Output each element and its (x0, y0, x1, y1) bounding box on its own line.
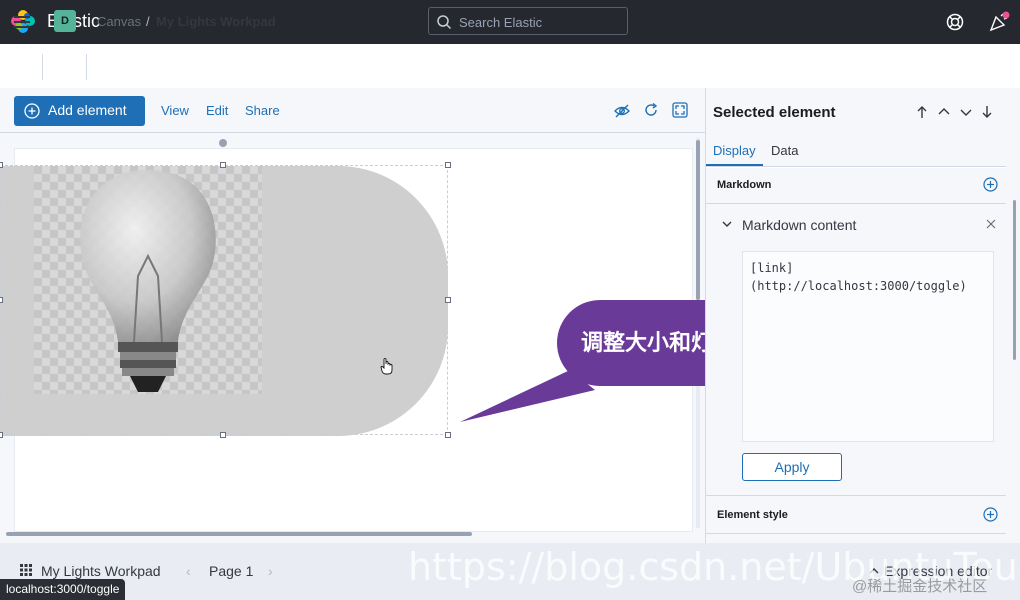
space-avatar[interactable]: D (54, 10, 76, 32)
chevron-down-icon[interactable] (721, 218, 733, 230)
link-status-url: localhost:3000/toggle (0, 579, 126, 600)
search-icon (437, 15, 452, 30)
divider (706, 167, 1006, 168)
element-style-title: Element style (717, 509, 788, 521)
next-page-icon[interactable]: › (268, 563, 273, 579)
bring-to-front-icon[interactable] (914, 104, 930, 120)
tab-data[interactable]: Data (771, 143, 798, 158)
divider (706, 533, 1006, 534)
selection-outline (0, 165, 448, 435)
breadcrumb-workpad: My Lights Workpad (156, 14, 276, 29)
markdown-content-input[interactable]: [link] (http://localhost:3000/toggle) (742, 251, 994, 442)
fullscreen-icon[interactable] (671, 101, 689, 119)
page-selector[interactable]: Page 1 (209, 563, 253, 579)
canvas-vertical-scroll-thumb[interactable] (696, 140, 700, 300)
resize-handle[interactable] (220, 162, 226, 168)
add-argument-icon[interactable] (983, 177, 998, 192)
resize-handle[interactable] (445, 432, 451, 438)
previous-page-icon[interactable]: ‹ (186, 563, 191, 579)
divider (706, 495, 1006, 496)
canvas-horizontal-scrollbar[interactable] (6, 532, 472, 536)
apply-button[interactable]: Apply (742, 453, 842, 481)
add-style-icon[interactable] (983, 507, 998, 522)
breadcrumb-bar (0, 44, 1020, 89)
footer-workpad-name[interactable]: My Lights Workpad (41, 563, 161, 579)
resize-handle[interactable] (0, 297, 3, 303)
close-icon[interactable] (986, 219, 996, 229)
rotate-handle[interactable] (219, 139, 227, 147)
breadcrumb-separator: / (146, 14, 150, 29)
view-menu[interactable]: View (161, 103, 189, 118)
markdown-content-label: Markdown content (742, 217, 857, 233)
watermark-secondary: @稀土掘金技术社区 (852, 578, 988, 595)
divider (706, 203, 1006, 204)
search-input[interactable] (457, 12, 626, 32)
resize-handle[interactable] (445, 162, 451, 168)
bring-forward-icon[interactable] (936, 104, 952, 120)
resize-handle[interactable] (0, 162, 3, 168)
grid-icon[interactable] (20, 564, 32, 576)
refresh-icon[interactable] (643, 102, 659, 118)
plus-circle-icon (24, 103, 40, 119)
menu-icon[interactable] (12, 13, 32, 31)
eye-closed-icon[interactable] (613, 102, 631, 120)
send-to-back-icon[interactable] (979, 104, 995, 120)
add-element-button[interactable]: Add element (14, 96, 145, 126)
resize-handle[interactable] (220, 432, 226, 438)
newsfeed-icon[interactable] (988, 11, 1010, 33)
share-menu[interactable]: Share (245, 103, 280, 118)
breadcrumb-canvas[interactable]: Canvas (97, 14, 141, 29)
markdown-section-title: Markdown (717, 179, 772, 191)
hand-cursor-icon (380, 357, 393, 375)
tab-display[interactable]: Display (713, 143, 756, 158)
divider (42, 54, 43, 80)
divider (86, 54, 87, 80)
edit-menu[interactable]: Edit (206, 103, 228, 118)
send-backward-icon[interactable] (958, 104, 974, 120)
workpad-toolbar: Add element View Edit Share (0, 88, 705, 133)
panel-title: Selected element (713, 104, 836, 121)
add-element-label: Add element (48, 102, 127, 118)
resize-handle[interactable] (0, 432, 3, 438)
global-search[interactable] (428, 7, 628, 35)
panel-scrollbar[interactable] (1013, 200, 1016, 360)
help-icon[interactable] (945, 12, 965, 32)
resize-handle[interactable] (445, 297, 451, 303)
